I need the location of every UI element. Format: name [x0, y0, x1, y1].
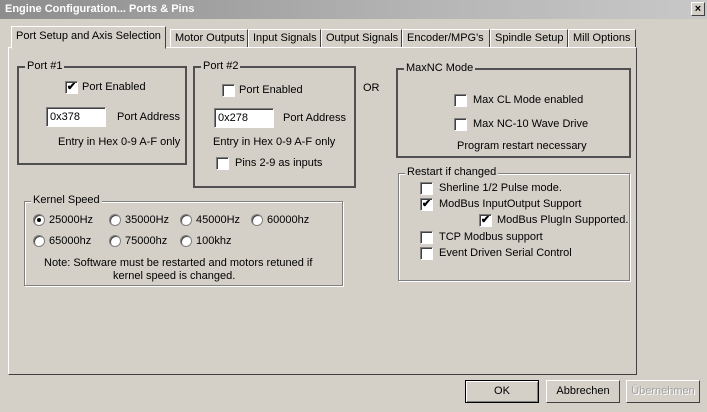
kernel-radio-60000[interactable] [251, 214, 263, 226]
max-cl-label: Max CL Mode enabled [473, 94, 584, 106]
close-icon: × [694, 3, 702, 15]
kernel-radio-65000[interactable] [33, 235, 45, 247]
kernel-radio-100k[interactable] [180, 235, 192, 247]
tab-strip: Port Setup and Axis Selection Motor Outp… [0, 26, 707, 49]
maxnc-group: MaxNC Mode Max CL Mode enabled Max NC-10… [396, 62, 631, 158]
event-serial-checkbox[interactable] [420, 247, 433, 260]
port1-address-label: Port Address [117, 111, 180, 123]
tab-label: Encoder/MPG's [407, 32, 484, 44]
max-cl-checkbox[interactable] [454, 94, 467, 107]
title-bar: Engine Configuration... Ports & Pins × [0, 0, 707, 19]
kernel-label-45000: 45000Hz [196, 214, 241, 226]
port2-legend: Port #2 [201, 60, 241, 72]
tab-label: Input Signals [253, 32, 317, 44]
tcp-modbus-checkbox[interactable] [420, 231, 433, 244]
modbus-io-checkbox[interactable]: ✔ [420, 198, 433, 211]
check-icon: ✔ [66, 81, 77, 93]
kernel-radio-45000[interactable] [180, 214, 192, 226]
max-wave-label: Max NC-10 Wave Drive [473, 118, 589, 130]
modbus-plugin-label: ModBus PlugIn Supported. [497, 214, 629, 226]
kernel-radio-25000[interactable] [33, 214, 45, 226]
kernel-note-line2: kernel speed is changed. [113, 270, 236, 282]
kernel-legend: Kernel Speed [31, 194, 102, 206]
apply-button-label: Übernehmen [631, 385, 695, 397]
kernel-radio-75000[interactable] [109, 235, 121, 247]
port1-group: Port #1 ✔ Port Enabled Port Address Entr… [17, 60, 187, 165]
kernel-note-line1: Note: Software must be restarted and mot… [44, 257, 313, 269]
tab-label: Motor Outputs [175, 32, 245, 44]
port1-enabled-checkbox[interactable]: ✔ [65, 81, 78, 94]
port1-legend: Port #1 [25, 60, 65, 72]
cancel-button-label: Abbrechen [556, 385, 610, 397]
kernel-label-100k: 100khz [196, 235, 232, 247]
tab-label: Output Signals [326, 32, 399, 44]
kernel-radio-35000[interactable] [109, 214, 121, 226]
tab-input-signals[interactable]: Input Signals [248, 29, 321, 48]
port1-enabled-label: Port Enabled [82, 81, 146, 93]
restart-legend: Restart if changed [405, 166, 499, 178]
port2-address-label: Port Address [283, 112, 346, 124]
pins-inputs-checkbox[interactable] [216, 157, 229, 170]
ok-button[interactable]: OK [465, 380, 539, 403]
tab-output-signals[interactable]: Output Signals [321, 29, 402, 48]
tab-label: Port Setup and Axis Selection [16, 30, 161, 42]
tab-label: Spindle Setup [495, 32, 564, 44]
port2-address-input[interactable] [214, 108, 274, 128]
tab-port-setup[interactable]: Port Setup and Axis Selection [11, 26, 166, 49]
port2-hint: Entry in Hex 0-9 A-F only [213, 136, 336, 148]
port2-enabled-checkbox[interactable] [222, 84, 235, 97]
port2-group: Port #2 Port Enabled Port Address Entry … [193, 60, 356, 188]
sherline-label: Sherline 1/2 Pulse mode. [439, 182, 562, 194]
kernel-label-25000: 25000Hz [49, 214, 94, 226]
or-label: OR [363, 82, 380, 94]
program-restart-note: Program restart necessary [457, 140, 587, 152]
kernel-label-60000: 60000hz [267, 214, 310, 226]
port2-enabled-label: Port Enabled [239, 84, 303, 96]
check-icon: ✔ [421, 198, 432, 210]
kernel-label-35000: 35000Hz [125, 214, 170, 226]
tcp-modbus-label: TCP Modbus support [439, 231, 543, 243]
kernel-speed-group: Kernel Speed 25000Hz 35000Hz 45000Hz 600… [24, 194, 343, 286]
cancel-button[interactable]: Abbrechen [546, 380, 620, 403]
tab-encoder-mpg[interactable]: Encoder/MPG's [402, 29, 490, 48]
tab-motor-outputs[interactable]: Motor Outputs [170, 29, 248, 48]
sherline-checkbox[interactable] [420, 182, 433, 195]
tab-spindle-setup[interactable]: Spindle Setup [490, 29, 568, 48]
tab-label: Mill Options [573, 32, 631, 44]
pins-inputs-label: Pins 2-9 as inputs [235, 157, 323, 169]
ok-button-label: OK [494, 385, 510, 397]
modbus-plugin-checkbox[interactable]: ✔ [479, 214, 492, 227]
maxnc-legend: MaxNC Mode [404, 62, 476, 74]
apply-button[interactable]: Übernehmen [626, 380, 700, 403]
check-icon: ✔ [480, 214, 491, 226]
tab-mill-options[interactable]: Mill Options [568, 29, 636, 48]
port1-address-input[interactable] [46, 107, 106, 127]
restart-group: Restart if changed Sherline 1/2 Pulse mo… [398, 166, 630, 281]
max-wave-checkbox[interactable] [454, 118, 467, 131]
kernel-label-75000: 75000hz [125, 235, 168, 247]
window-title: Engine Configuration... Ports & Pins [5, 3, 195, 15]
kernel-label-65000: 65000hz [49, 235, 92, 247]
modbus-io-label: ModBus InputOutput Support [439, 198, 582, 210]
event-serial-label: Event Driven Serial Control [439, 247, 572, 259]
port1-hint: Entry in Hex 0-9 A-F only [58, 136, 181, 148]
close-button[interactable]: × [691, 2, 705, 16]
